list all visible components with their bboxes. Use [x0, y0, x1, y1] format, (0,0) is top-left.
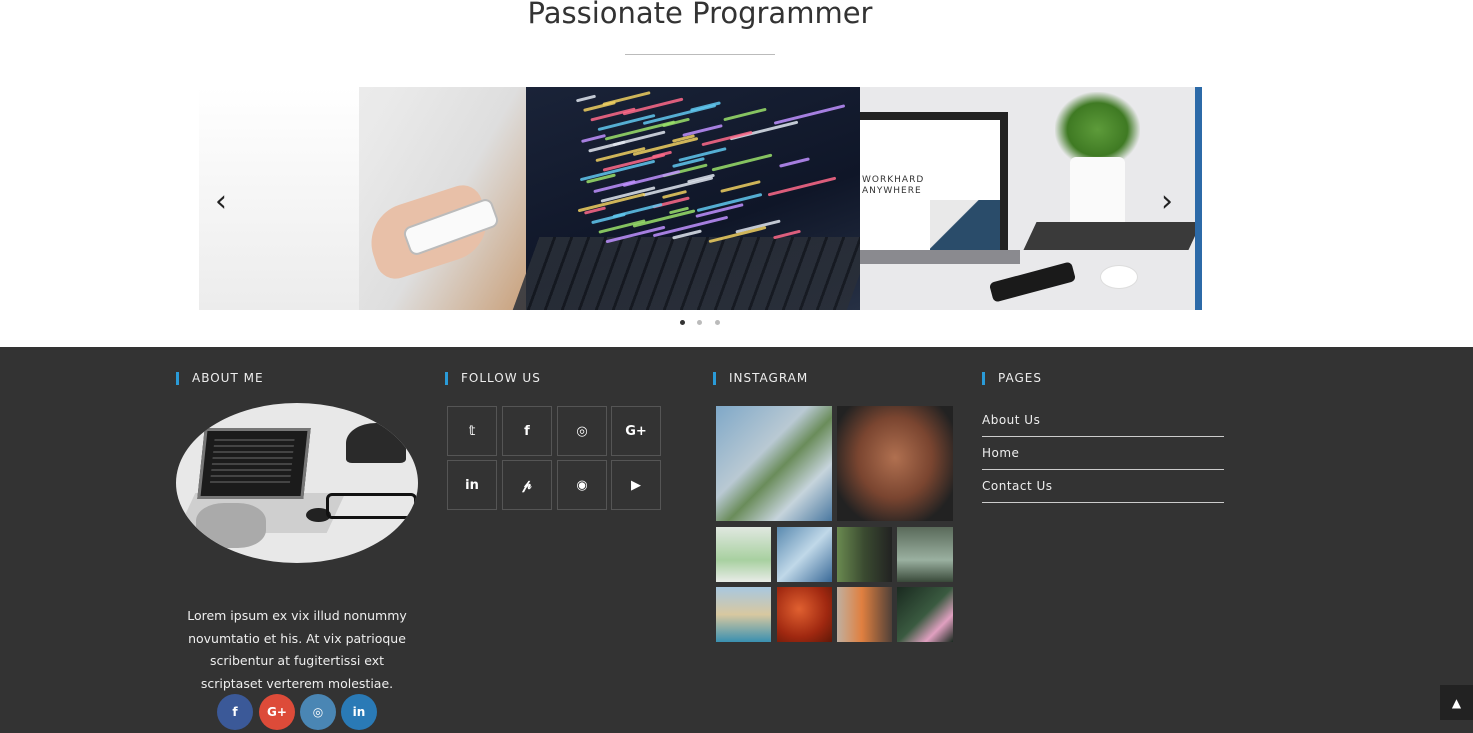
google-plus-icon[interactable]: G+	[611, 406, 661, 456]
about-image	[176, 403, 418, 563]
instagram-icon[interactable]: ◎	[300, 694, 336, 730]
linkedin-icon[interactable]: in	[341, 694, 377, 730]
youtube-icon[interactable]: ▶	[611, 460, 661, 510]
carousel-dot-2[interactable]	[697, 320, 702, 325]
carousel-dot-3[interactable]	[715, 320, 720, 325]
page-link-home[interactable]: Home	[982, 437, 1224, 470]
instagram-photo-3[interactable]	[716, 527, 771, 582]
follow-title: FOLLOW US	[445, 372, 541, 385]
instagram-title: INSTAGRAM	[713, 372, 808, 385]
slide-workspace-laptop: WORKHARD ANYWHERE	[860, 87, 1202, 310]
facebook-icon[interactable]: f	[217, 694, 253, 730]
instagram-photo-1[interactable]	[716, 406, 832, 521]
chevron-up-icon[interactable]: ▲	[1440, 685, 1473, 720]
slide-code-laptop	[512, 87, 874, 310]
instagram-photo-9[interactable]	[837, 587, 892, 642]
page-link-contact-us[interactable]: Contact Us	[982, 470, 1224, 503]
twitter-icon[interactable]: 𝕥	[447, 406, 497, 456]
instagram-photo-10[interactable]	[897, 587, 953, 642]
instagram-photo-7[interactable]	[716, 587, 771, 642]
footer: ABOUT ME Lorem ipsum ex vix illud nonumm…	[0, 347, 1473, 733]
linkedin-icon[interactable]: in	[447, 460, 497, 510]
title-divider	[625, 54, 775, 55]
instagram-photo-6[interactable]	[897, 527, 953, 582]
instagram-photo-5[interactable]	[837, 527, 892, 582]
google-plus-icon[interactable]: G+	[259, 694, 295, 730]
instagram-icon[interactable]: ◎	[557, 406, 607, 456]
instagram-photo-8[interactable]	[777, 587, 832, 642]
page-link-about-us[interactable]: About Us	[982, 404, 1224, 437]
instagram-photo-4[interactable]	[777, 527, 832, 582]
about-title: ABOUT ME	[176, 372, 264, 385]
instagram-photo-2[interactable]	[837, 406, 953, 521]
about-text: Lorem ipsum ex vix illud nonummy novumta…	[187, 608, 407, 691]
image-carousel[interactable]: WORKHARD ANYWHERE ‹ ›	[199, 87, 1202, 310]
pinterest-icon[interactable]: 𝓅	[502, 460, 552, 510]
slide-phone-hand	[199, 87, 526, 310]
chevron-left-icon[interactable]: ‹	[215, 187, 227, 217]
screen-text: WORKHARD ANYWHERE	[862, 175, 925, 196]
slide-next-peek	[1195, 87, 1202, 310]
facebook-icon[interactable]: f	[502, 406, 552, 456]
github-icon[interactable]: ◉	[557, 460, 607, 510]
slider-section: Passionate Programmer WORKHARD ANYWHERE …	[0, 0, 1473, 347]
pages-title: PAGES	[982, 372, 1042, 385]
carousel-dot-1[interactable]	[680, 320, 685, 325]
chevron-right-icon[interactable]: ›	[1161, 187, 1173, 217]
section-title: Passionate Programmer	[527, 0, 873, 30]
